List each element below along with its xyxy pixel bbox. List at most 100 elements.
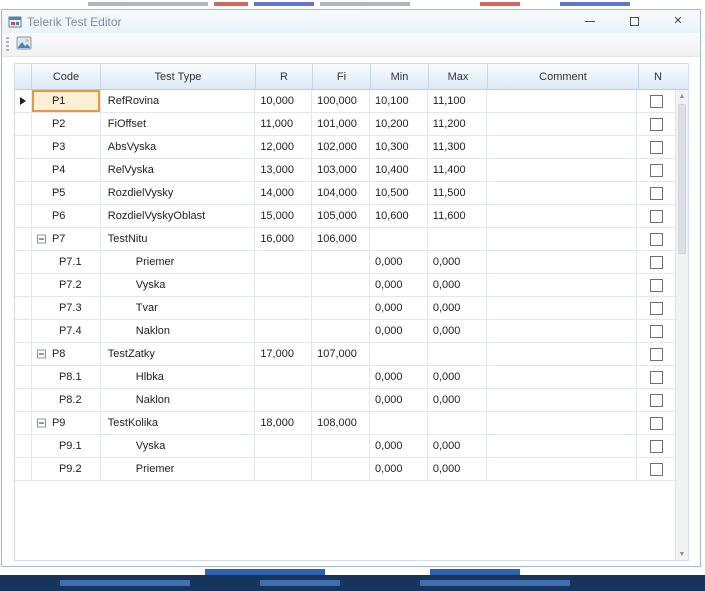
cell-fi[interactable]: 101,000 (312, 113, 370, 136)
cell-test-type[interactable]: Priemer (100, 251, 256, 274)
cell-fi[interactable] (312, 366, 371, 389)
table-row[interactable]: P9.2 Priemer 0,000 0,000 (15, 458, 675, 481)
cell-test-type[interactable]: TestZatky (100, 343, 256, 366)
cell-r[interactable] (255, 435, 313, 458)
table-row[interactable]: P1 RefRovina 10,000 100,000 10,100 11,100 (15, 90, 675, 113)
cell-max[interactable]: 0,000 (427, 458, 487, 481)
cell-min[interactable]: 10,100 (369, 90, 428, 113)
cell-min[interactable] (369, 228, 428, 251)
cell-test-type[interactable]: TestNitu (100, 228, 256, 251)
cell-comment[interactable] (486, 458, 638, 481)
cell-code[interactable]: P9.2 (31, 458, 101, 481)
row-checkbox[interactable] (649, 347, 663, 361)
row-checkbox[interactable] (649, 416, 663, 430)
cell-min[interactable]: 10,500 (369, 182, 428, 205)
cell-fi[interactable] (312, 458, 371, 481)
cell-max[interactable]: 11,100 (427, 90, 487, 113)
cell-test-type[interactable]: RozdielVyskyOblast (100, 205, 256, 228)
cell-r[interactable] (255, 389, 313, 412)
cell-max[interactable]: 11,200 (427, 113, 487, 136)
column-header-comment[interactable]: Comment (488, 64, 639, 89)
cell-r[interactable] (255, 251, 313, 274)
column-header-r[interactable]: R (256, 64, 313, 89)
cell-min[interactable]: 0,000 (370, 389, 428, 412)
row-checkbox[interactable] (649, 186, 663, 200)
cell-fi[interactable] (312, 389, 371, 412)
table-row[interactable]: P7.3 Tvar 0,000 0,000 (15, 297, 675, 320)
cell-comment[interactable] (486, 182, 638, 205)
cell-test-type[interactable]: Vyska (100, 435, 256, 458)
cell-min[interactable]: 10,400 (369, 159, 428, 182)
column-header-n[interactable]: N (639, 64, 677, 89)
cell-code[interactable]: P4 (31, 159, 101, 182)
cell-min[interactable]: 0,000 (370, 435, 428, 458)
row-checkbox[interactable] (649, 255, 663, 269)
table-row[interactable]: P5 RozdielVysky 14,000 104,000 10,500 11,500 (15, 182, 675, 205)
row-checkbox[interactable] (649, 324, 663, 338)
cell-code[interactable]: P3 (31, 136, 101, 159)
cell-fi[interactable]: 108,000 (312, 412, 370, 435)
cell-r[interactable]: 17,000 (255, 343, 313, 366)
table-row[interactable]: P9 TestKolika 18,000 108,000 (15, 412, 675, 435)
cell-code[interactable]: P7.4 (31, 320, 101, 343)
cell-code[interactable]: P5 (31, 182, 101, 205)
cell-min[interactable]: 0,000 (370, 297, 428, 320)
table-row[interactable]: P8 TestZatky 17,000 107,000 (15, 343, 675, 366)
cell-code[interactable]: P8.2 (31, 389, 101, 412)
table-row[interactable]: P7 TestNitu 16,000 106,000 (15, 228, 675, 251)
cell-r[interactable]: 15,000 (255, 205, 313, 228)
cell-min[interactable]: 10,200 (369, 113, 428, 136)
cell-code[interactable]: P7.3 (31, 297, 101, 320)
cell-fi[interactable]: 100,000 (312, 90, 370, 113)
table-row[interactable]: P3 AbsVyska 12,000 102,000 10,300 11,300 (15, 136, 675, 159)
cell-code[interactable]: P6 (31, 205, 101, 228)
scrollbar-thumb[interactable] (678, 104, 686, 254)
scroll-up-icon[interactable]: ▲ (676, 90, 688, 102)
cell-code[interactable]: P9.1 (31, 435, 101, 458)
cell-test-type[interactable]: Hlbka (100, 366, 256, 389)
table-row[interactable]: P9.1 Vyska 0,000 0,000 (15, 435, 675, 458)
cell-min[interactable]: 0,000 (370, 251, 428, 274)
cell-max[interactable]: 0,000 (427, 366, 487, 389)
row-checkbox[interactable] (649, 393, 663, 407)
table-row[interactable]: P7.1 Priemer 0,000 0,000 (15, 251, 675, 274)
cell-comment[interactable] (486, 90, 638, 113)
minimize-button[interactable] (568, 10, 612, 33)
cell-fi[interactable] (312, 435, 371, 458)
cell-r[interactable] (255, 297, 313, 320)
vertical-scrollbar[interactable]: ▲ ▼ (675, 90, 688, 560)
cell-fi[interactable]: 106,000 (312, 228, 370, 251)
cell-test-type[interactable]: Naklon (100, 320, 256, 343)
cell-comment[interactable] (486, 205, 638, 228)
cell-test-type[interactable]: Naklon (100, 389, 256, 412)
cell-r[interactable]: 14,000 (255, 182, 313, 205)
cell-comment[interactable] (486, 366, 638, 389)
scroll-down-icon[interactable]: ▼ (676, 548, 688, 560)
row-checkbox[interactable] (649, 462, 663, 476)
cell-max[interactable] (427, 228, 487, 251)
cell-r[interactable]: 18,000 (255, 412, 313, 435)
cell-test-type[interactable]: Priemer (100, 458, 256, 481)
cell-min[interactable]: 0,000 (370, 320, 428, 343)
cell-test-type[interactable]: FiOffset (100, 113, 256, 136)
cell-fi[interactable] (312, 251, 371, 274)
cell-min[interactable] (369, 343, 428, 366)
cell-comment[interactable] (486, 435, 638, 458)
cell-code[interactable]: P2 (31, 113, 101, 136)
cell-code[interactable]: P9 (31, 412, 101, 435)
cell-fi[interactable]: 102,000 (312, 136, 370, 159)
cell-r[interactable]: 10,000 (255, 90, 313, 113)
table-row[interactable]: P4 RelVyska 13,000 103,000 10,400 11,400 (15, 159, 675, 182)
cell-min[interactable]: 0,000 (370, 458, 428, 481)
cell-fi[interactable]: 103,000 (312, 159, 370, 182)
cell-code[interactable]: P7.1 (31, 251, 101, 274)
cell-max[interactable]: 0,000 (427, 389, 487, 412)
cell-fi[interactable] (312, 274, 371, 297)
cell-code[interactable]: P1 (31, 90, 101, 113)
cell-max[interactable]: 0,000 (427, 251, 487, 274)
cell-max[interactable]: 0,000 (427, 297, 487, 320)
row-checkbox[interactable] (649, 163, 663, 177)
column-header-test-type[interactable]: Test Type (101, 64, 256, 89)
row-checkbox[interactable] (649, 232, 663, 246)
cell-fi[interactable]: 104,000 (312, 182, 370, 205)
